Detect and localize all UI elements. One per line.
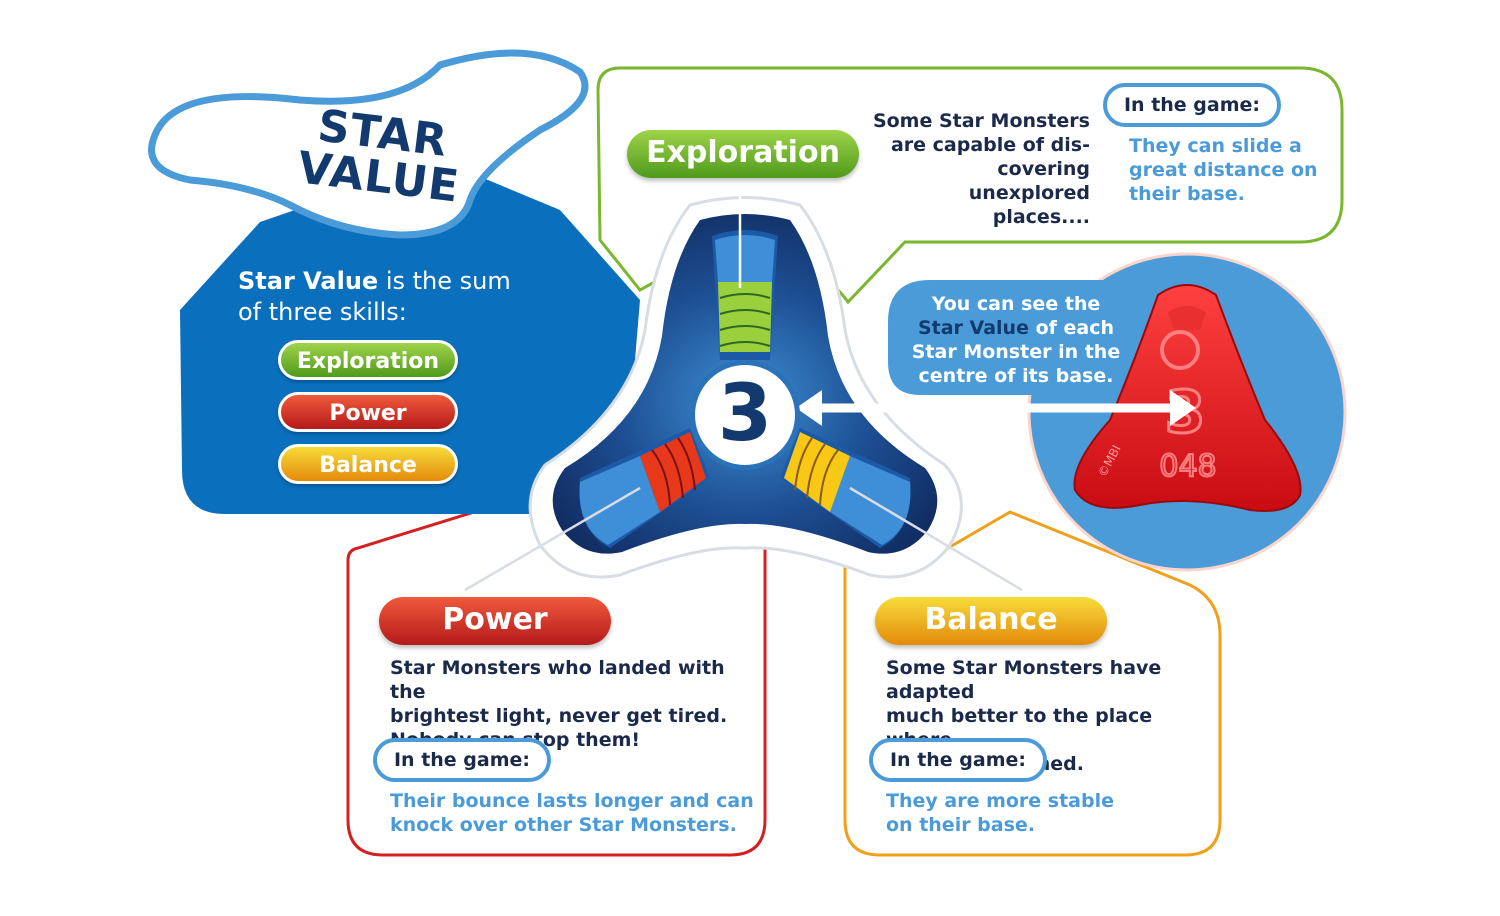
base-callout-line: of each — [1028, 317, 1115, 339]
exploration-desc-line: places.... — [992, 206, 1090, 228]
exploration-description: Some Star Monsters are capable of dis- c… — [870, 109, 1090, 229]
intro-rest-2: of three skills: — [238, 298, 407, 326]
exploration-in-game-label: In the game: — [1103, 83, 1281, 127]
exploration-in-game-text: They can slide a great distance on their… — [1129, 134, 1329, 206]
power-in-game-label: In the game: — [373, 738, 551, 782]
page-title: STAR VALUE — [295, 100, 465, 212]
exploration-desc-line: unexplored — [968, 182, 1090, 204]
skill-pill-exploration: Exploration — [278, 340, 458, 380]
exploration-desc-line: Some Star Monsters — [872, 110, 1090, 132]
balance-label: Balance — [875, 597, 1107, 645]
base-callout-line: You can see the — [931, 293, 1101, 315]
balance-in-game-text: They are more stable on their base. — [886, 789, 1206, 837]
skill-pill-balance: Balance — [278, 444, 458, 484]
base-callout-line: Star Monster in the — [911, 341, 1121, 363]
power-game-line: Their bounce lasts longer and can — [390, 790, 754, 812]
exploration-game-line: their base. — [1129, 183, 1245, 205]
base-piece-code: 048 — [1159, 449, 1216, 484]
base-callout-line: centre of its base. — [918, 365, 1114, 387]
exploration-label: Exploration — [627, 130, 859, 178]
exploration-game-line: They can slide a — [1129, 135, 1302, 157]
balance-in-game-label: In the game: — [869, 738, 1047, 782]
power-game-line: knock over other Star Monsters. — [390, 814, 737, 836]
star-value-number: 3 — [690, 360, 800, 470]
exploration-desc-line: are capable of dis- — [890, 134, 1090, 156]
base-callout-strong: Star Value — [917, 317, 1029, 339]
intro-text: Star Value is the sum of three skills: — [238, 266, 558, 328]
intro-rest-1: is the sum — [378, 267, 511, 295]
exploration-desc-line: covering — [997, 158, 1090, 180]
balance-game-line: They are more stable — [886, 790, 1114, 812]
power-desc-line: Star Monsters who landed with the — [390, 657, 725, 703]
intro-strong: Star Value — [238, 267, 379, 295]
skill-pill-power: Power — [278, 392, 458, 432]
power-desc-line: brightest light, never get tired. — [390, 705, 728, 727]
exploration-arm — [712, 230, 778, 360]
power-label: Power — [379, 597, 611, 645]
base-callout-text: You can see the Star Value of each Star … — [902, 292, 1130, 388]
balance-desc-line: Some Star Monsters have adapted — [886, 657, 1162, 703]
exploration-game-line: great distance on — [1129, 159, 1318, 181]
power-in-game-text: Their bounce lasts longer and can knock … — [390, 789, 760, 837]
balance-game-line: on their base. — [886, 814, 1036, 836]
